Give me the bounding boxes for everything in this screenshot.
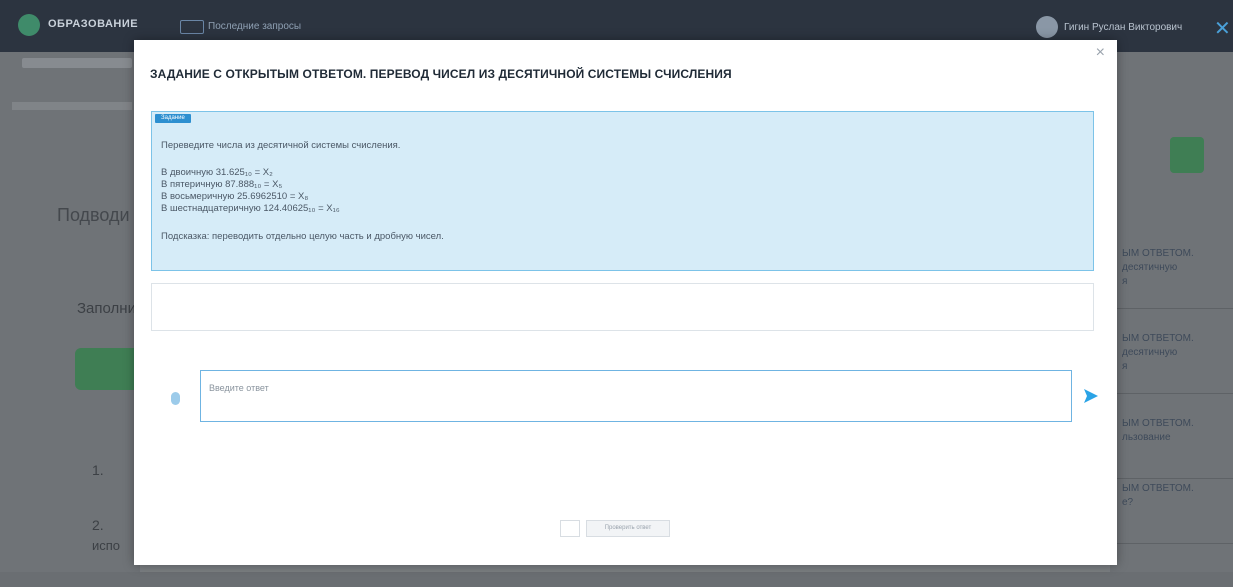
card-subtitle: е? [1122, 497, 1134, 508]
breadcrumb-secondary [12, 102, 132, 110]
task-hint: Подсказка: переводить отдельно целую час… [161, 231, 444, 242]
card-subtitle: десятичную [1122, 347, 1178, 358]
task-panel: Задание Переведите числа из десятичной с… [151, 111, 1094, 271]
task-card[interactable]: ЫМ ОТВЕТОМ. льзование [1110, 417, 1233, 479]
task-line: В двоичную 31.625₁₀ = X₂ [161, 167, 273, 178]
left-panel [0, 52, 140, 587]
card-subtitle: десятичную [1122, 262, 1178, 273]
item-number: 1. [92, 462, 104, 478]
logo-icon [18, 14, 40, 36]
card-title: ЫМ ОТВЕТОМ. [1122, 248, 1194, 259]
answer-input[interactable] [200, 370, 1072, 422]
nav-link-recent[interactable]: Последние запросы [208, 21, 301, 32]
task-modal: × ЗАДАНИЕ С ОТКРЫТЫМ ОТВЕТОМ. ПЕРЕВОД ЧИ… [134, 40, 1117, 565]
answer-display [151, 283, 1094, 331]
task-line: В шестнадцатеричную 124.40625₁₀ = X₁₆ [161, 203, 340, 214]
page-heading: Подводи [57, 205, 130, 225]
modal-title: ЗАДАНИЕ С ОТКРЫТЫМ ОТВЕТОМ. ПЕРЕВОД ЧИСЕ… [150, 67, 732, 81]
bottom-bar [0, 572, 1233, 587]
close-icon[interactable]: ✕ [1214, 16, 1231, 41]
item-text: испо [92, 538, 121, 553]
task-card[interactable]: ЫМ ОТВЕТОМ. десятичную я [1110, 247, 1233, 309]
task-line: В восьмеричную 25.6962510 = X₈ [161, 191, 309, 202]
search-button[interactable] [1170, 137, 1204, 173]
nav-icon [180, 20, 204, 34]
fill-instruction: Заполни [77, 300, 136, 317]
task-card[interactable]: ЫМ ОТВЕТОМ. десятичную я [1110, 332, 1233, 394]
check-answer-button[interactable]: Проверить ответ [586, 520, 670, 537]
task-badge: Задание [155, 114, 191, 123]
right-panel: ЫМ ОТВЕТОМ. десятичную я ЫМ ОТВЕТОМ. дес… [1110, 52, 1233, 587]
avatar[interactable] [1036, 16, 1058, 38]
card-title: ЫМ ОТВЕТОМ. [1122, 333, 1194, 344]
user-name[interactable]: Гигин Руслан Викторович [1064, 22, 1182, 33]
card-title: ЫМ ОТВЕТОМ. [1122, 418, 1194, 429]
card-title: ЫМ ОТВЕТОМ. [1122, 483, 1194, 494]
close-icon[interactable]: × [1096, 44, 1105, 62]
item-number: 2. [92, 517, 104, 533]
card-subtitle: я [1122, 361, 1128, 372]
task-line: В пятеричную 87.888₁₀ = X₅ [161, 179, 283, 190]
breadcrumb [22, 58, 132, 68]
send-icon[interactable] [1082, 387, 1100, 405]
card-subtitle: я [1122, 276, 1128, 287]
task-card[interactable]: ЫМ ОТВЕТОМ. е? [1110, 482, 1233, 544]
card-subtitle: льзование [1122, 432, 1171, 443]
logo-text: ОБРАЗОВАНИЕ [48, 18, 139, 30]
footer-checkbox[interactable] [560, 520, 580, 537]
task-intro: Переведите числа из десятичной системы с… [161, 140, 401, 151]
attach-icon[interactable] [171, 392, 180, 405]
